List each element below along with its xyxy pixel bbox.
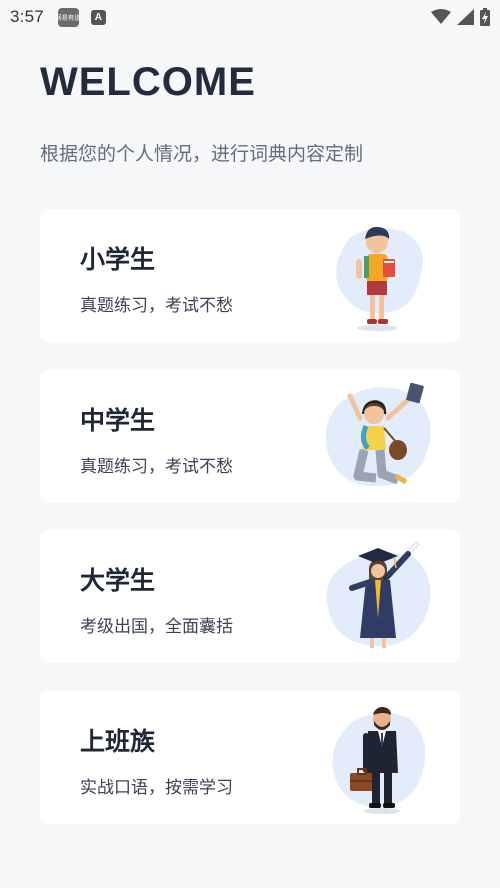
card-title: 小学生 — [80, 245, 156, 274]
businessman-with-briefcase-illustration — [332, 707, 426, 814]
app-notification-icon: 网易有道 — [55, 7, 82, 27]
a-notification-icon: A — [90, 9, 106, 25]
card-primary-student[interactable]: 小学生 真题练习，考试不愁 — [40, 209, 460, 342]
status-bar: 3:57 网易有道 A — [0, 0, 500, 34]
card-desc: 真题练习，考试不愁 — [80, 457, 233, 477]
status-icons — [431, 8, 490, 26]
card-desc: 考级出国，全面囊括 — [80, 617, 233, 637]
welcome-subtitle: 根据您的个人情况，进行词典内容定制 — [40, 143, 364, 165]
card-middle-student[interactable]: 中学生 真题练习，考试不愁 — [40, 370, 460, 503]
card-title: 中学生 — [80, 406, 156, 435]
jumping-girl-student-illustration — [325, 382, 431, 487]
welcome-title: WELCOME — [40, 60, 256, 104]
card-desc: 实战口语，按需学习 — [80, 778, 233, 798]
wifi-icon — [431, 9, 451, 24]
status-time: 3:57 — [10, 7, 44, 26]
card-office-worker[interactable]: 上班族 实战口语，按需学习 — [40, 691, 460, 824]
battery-charging-icon — [480, 8, 490, 26]
card-title: 上班族 — [80, 727, 156, 756]
primary-school-boy-illustration — [336, 226, 423, 331]
card-college-student[interactable]: 大学生 考级出国，全面囊括 — [40, 530, 460, 663]
signal-icon — [457, 9, 474, 25]
app-notification-label: 网易有道 — [55, 13, 82, 21]
card-title: 大学生 — [80, 566, 156, 595]
card-desc: 真题练习，考试不愁 — [80, 296, 233, 316]
graduate-in-gown-illustration — [326, 541, 431, 648]
